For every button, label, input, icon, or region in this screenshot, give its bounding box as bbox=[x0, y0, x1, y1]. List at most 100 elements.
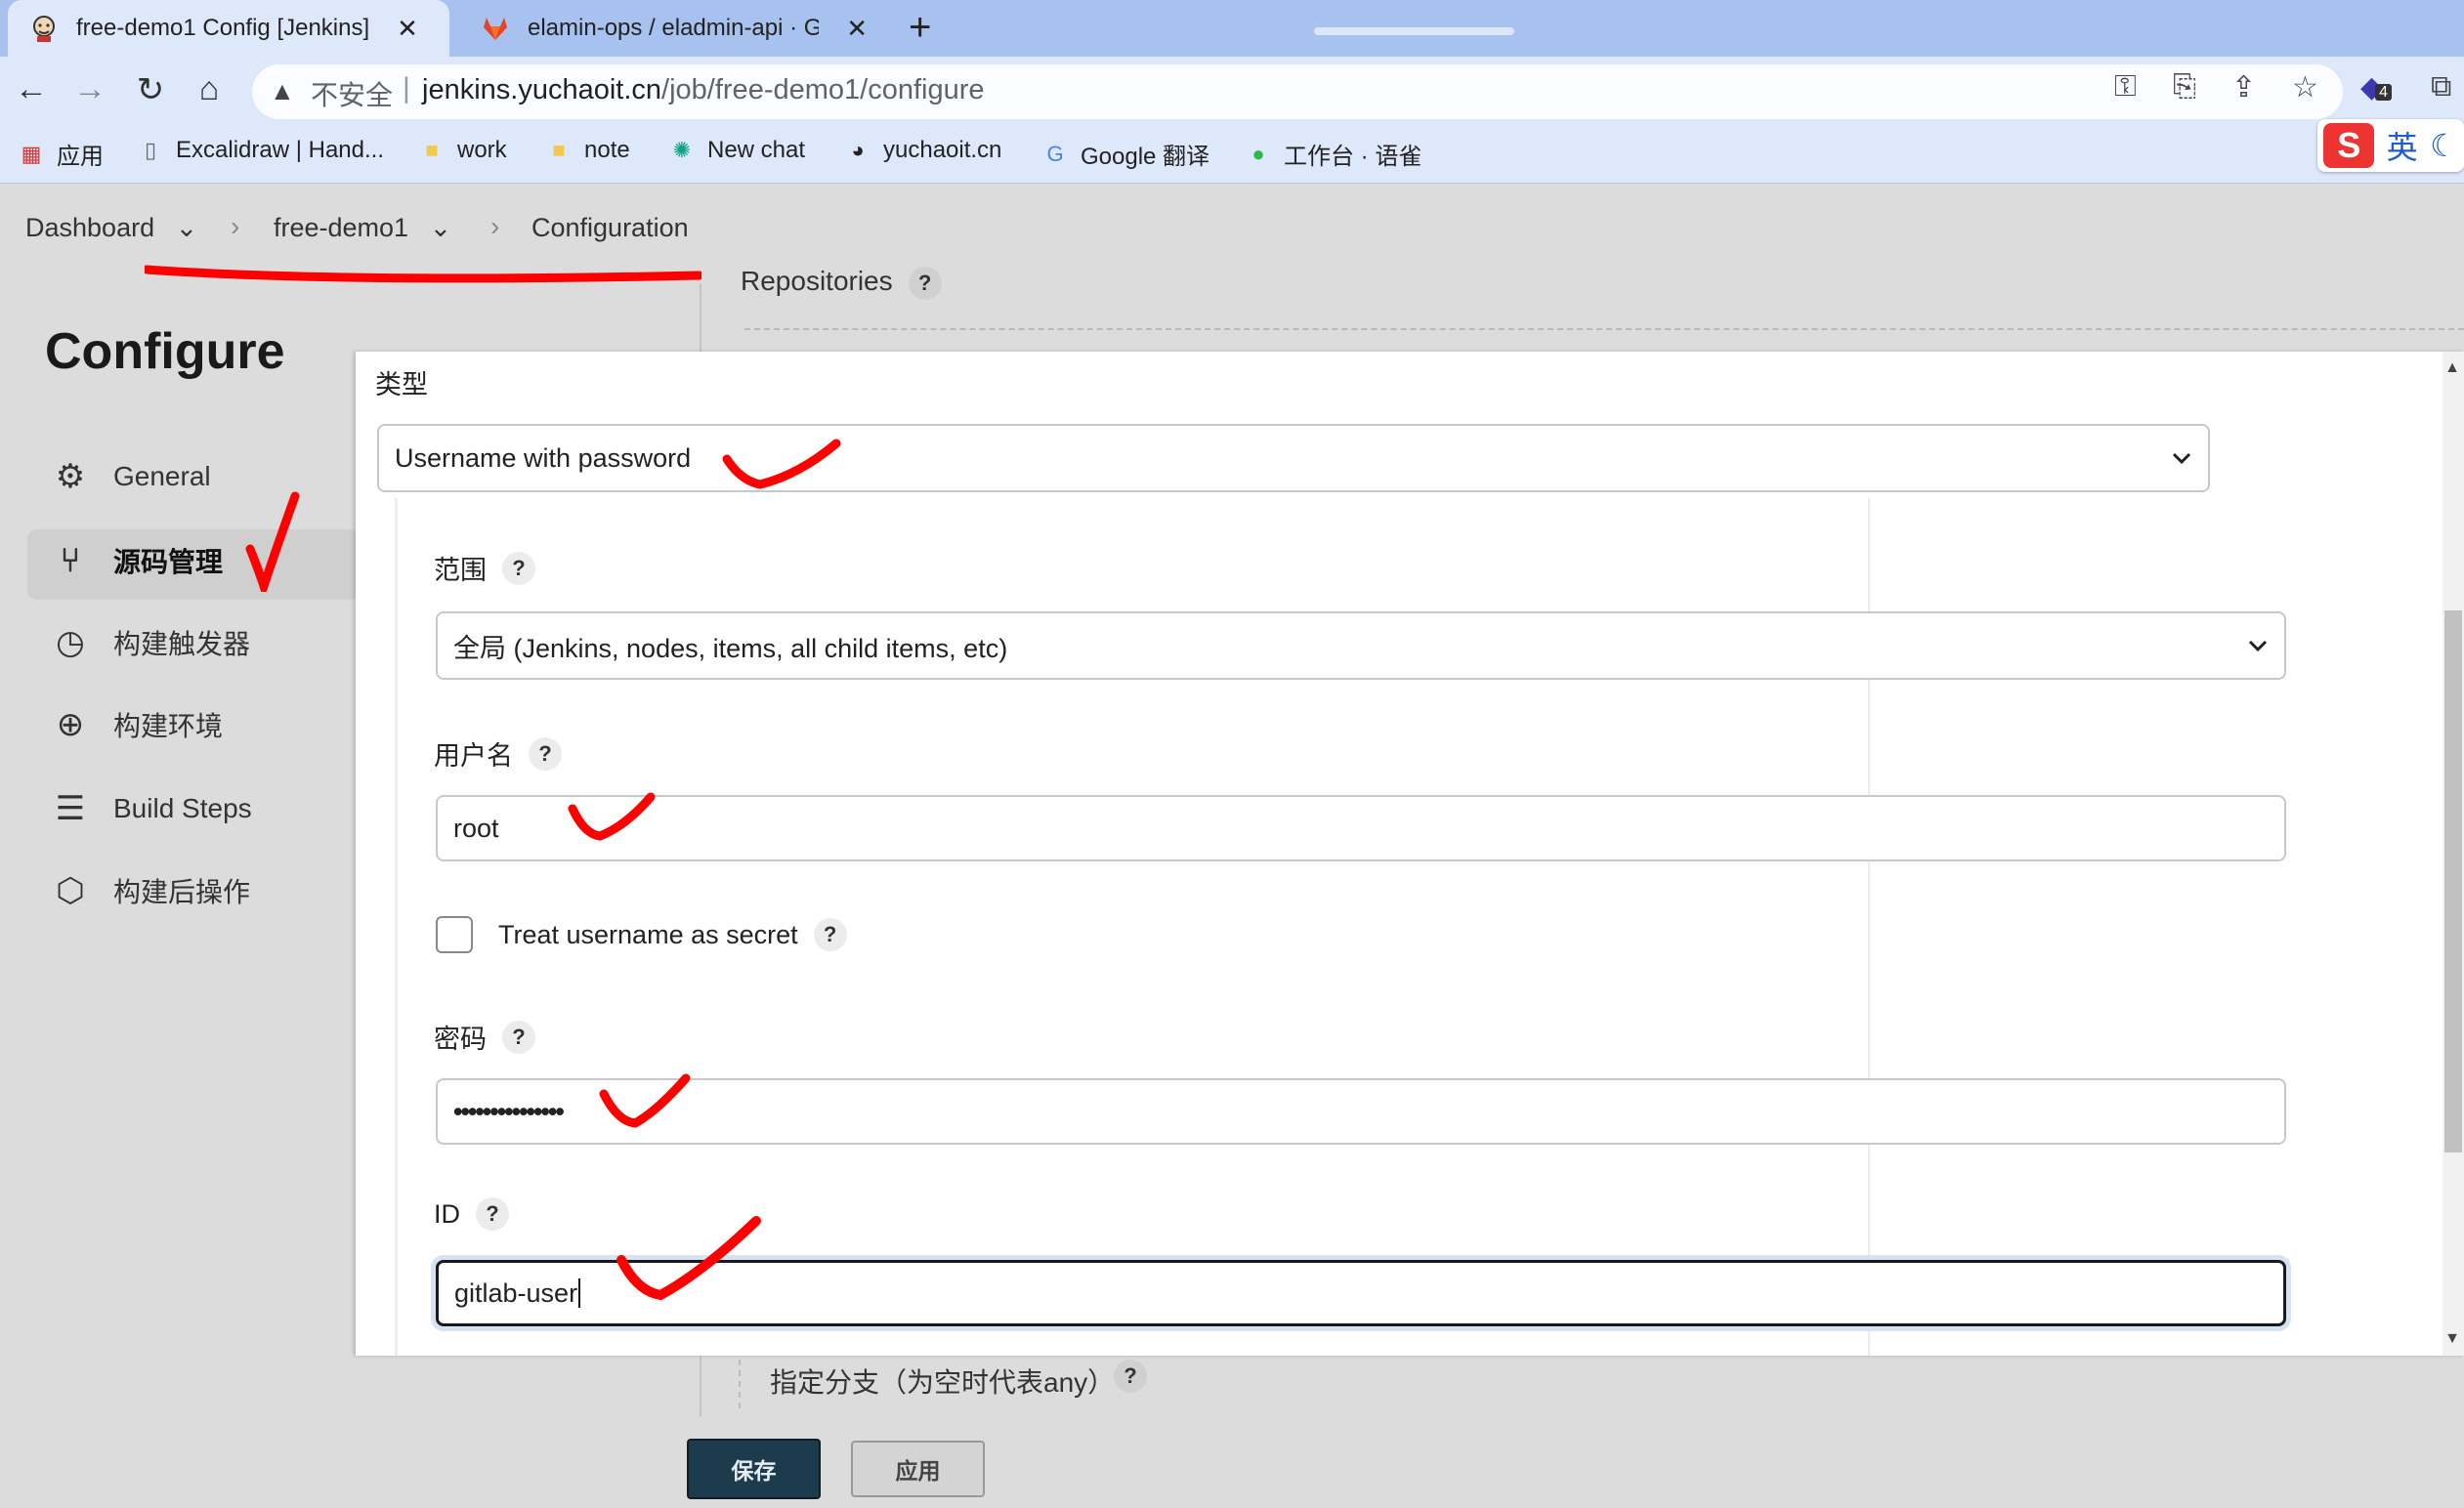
page-title: Configure bbox=[45, 323, 285, 380]
breadcrumb-job[interactable]: free-demo1 ⌄ bbox=[274, 213, 451, 243]
warning-icon[interactable]: ▲ bbox=[270, 76, 295, 106]
kind-select[interactable]: Username with password bbox=[377, 424, 2210, 492]
bookmark-yuque[interactable]: ● 工作台 · 语雀 bbox=[1245, 137, 1422, 171]
reload-icon[interactable]: ↻ bbox=[129, 70, 172, 109]
treat-username-secret-label: Treat username as secret bbox=[498, 919, 798, 949]
chevron-down-icon[interactable]: ⌄ bbox=[430, 213, 452, 242]
folder-icon: ■ bbox=[552, 138, 566, 162]
scope-value: 全局 (Jenkins, nodes, items, all child ite… bbox=[453, 633, 1008, 663]
bookmark-apps[interactable]: ▦ 应用 bbox=[18, 137, 104, 171]
treat-username-secret-checkbox[interactable] bbox=[436, 916, 473, 953]
chevron-down-icon[interactable]: ⌄ bbox=[176, 213, 198, 242]
gitlab-icon bbox=[481, 14, 510, 43]
breadcrumb-label: Dashboard bbox=[25, 213, 155, 242]
bookmark-note[interactable]: ■ note bbox=[545, 137, 629, 164]
help-icon[interactable]: ? bbox=[529, 736, 562, 771]
close-icon[interactable]: ✕ bbox=[846, 14, 868, 44]
bookmark-google-translate[interactable]: G Google 翻译 bbox=[1041, 137, 1210, 171]
sidebar-item-build-steps[interactable]: ☰ Build Steps bbox=[49, 789, 252, 828]
username-input[interactable]: root bbox=[436, 795, 2286, 861]
scroll-down-arrow-icon[interactable]: ▼ bbox=[2444, 1330, 2460, 1348]
sidebar-item-triggers[interactable]: ◷ 构建触发器 bbox=[49, 623, 250, 662]
bookmark-label: New chat bbox=[707, 137, 806, 163]
id-input[interactable]: gitlab-user bbox=[436, 1260, 2286, 1326]
sidebar-item-label: General bbox=[113, 461, 211, 491]
scope-label: 范围? bbox=[434, 549, 535, 587]
extensions-puzzle-icon[interactable]: ⧉ bbox=[2431, 70, 2451, 104]
back-arrow-icon[interactable]: ← bbox=[10, 70, 53, 108]
url-path: /job/free-demo1/configure bbox=[661, 74, 985, 105]
tab-title: elamin-ops / eladmin-api · Git bbox=[528, 15, 820, 41]
sidebar-item-post-build[interactable]: ⬡ 构建后操作 bbox=[49, 871, 250, 910]
bookmark-star-icon[interactable]: ☆ bbox=[2292, 70, 2318, 105]
username-value: root bbox=[453, 813, 499, 843]
help-icon[interactable]: ? bbox=[502, 1020, 535, 1054]
help-icon[interactable]: ? bbox=[813, 918, 847, 951]
sogou-logo: S bbox=[2323, 123, 2375, 168]
bookmark-new-chat[interactable]: ✺ New chat bbox=[668, 137, 805, 164]
password-value: ••••••••••••••• bbox=[453, 1096, 565, 1126]
breadcrumb-dashboard[interactable]: Dashboard ⌄ bbox=[25, 213, 197, 243]
bookmark-yuchaoit[interactable]: ◕ yuchaoit.cn bbox=[844, 137, 1001, 164]
folder-icon: ■ bbox=[425, 138, 439, 162]
home-icon[interactable]: ⌂ bbox=[188, 70, 231, 108]
url-text[interactable]: jenkins.yuchaoit.cn/job/free-demo1/confi… bbox=[422, 74, 985, 106]
scrollbar-thumb[interactable] bbox=[2444, 610, 2462, 1152]
key-icon[interactable]: ⚿ bbox=[2114, 70, 2137, 104]
bookmark-label: work bbox=[457, 137, 507, 163]
help-icon[interactable]: ? bbox=[502, 551, 535, 585]
branch-dashed-border bbox=[739, 1360, 741, 1408]
chevron-down-icon bbox=[2248, 640, 2268, 652]
package-icon: ⬡ bbox=[56, 872, 85, 909]
kind-value: Username with password bbox=[395, 442, 692, 473]
globe-icon: ◕ bbox=[851, 138, 865, 162]
repositories-label: Repositories? bbox=[741, 266, 942, 300]
help-icon[interactable]: ? bbox=[476, 1197, 509, 1231]
bookmark-excalidraw[interactable]: ▯ Excalidraw | Hand... bbox=[137, 137, 384, 164]
bookmark-label: 应用 bbox=[57, 144, 104, 170]
password-label-text: 密码 bbox=[434, 1025, 487, 1054]
sidebar-item-general[interactable]: ⚙ General bbox=[49, 457, 211, 496]
url-host: jenkins.yuchaoit.cn bbox=[422, 74, 662, 105]
window-drag-handle[interactable] bbox=[1314, 27, 1514, 35]
extension-icon[interactable]: ◆4 bbox=[2360, 70, 2392, 105]
new-tab-plus-icon[interactable]: + bbox=[909, 6, 931, 50]
share-icon[interactable]: ⇪ bbox=[2231, 70, 2256, 105]
gear-icon: ⚙ bbox=[55, 458, 86, 495]
ime-indicator[interactable]: S 英 ☾ bbox=[2317, 119, 2464, 172]
branch-icon: ⑂ bbox=[60, 541, 81, 579]
help-icon[interactable]: ? bbox=[908, 267, 942, 300]
close-icon[interactable]: ✕ bbox=[397, 14, 418, 44]
scroll-up-arrow-icon[interactable]: ▲ bbox=[2444, 359, 2460, 377]
id-value: gitlab-user bbox=[454, 1278, 578, 1308]
bookmark-label: Excalidraw | Hand... bbox=[176, 137, 384, 163]
chevron-down-icon bbox=[2172, 452, 2191, 465]
bookmark-label: yuchaoit.cn bbox=[883, 137, 1002, 163]
scope-select[interactable]: 全局 (Jenkins, nodes, items, all child ite… bbox=[436, 611, 2286, 680]
breadcrumb-label: free-demo1 bbox=[274, 213, 409, 242]
sidebar-item-scm[interactable]: ⑂ 源码管理 bbox=[49, 541, 223, 580]
id-label-text: ID bbox=[434, 1198, 460, 1229]
openai-icon: ✺ bbox=[672, 138, 692, 162]
forward-arrow-icon[interactable]: → bbox=[68, 70, 111, 108]
password-label: 密码? bbox=[434, 1018, 535, 1056]
sidebar-item-environment[interactable]: ⊕ 构建环境 bbox=[49, 705, 223, 744]
tab-jenkins-config[interactable]: free-demo1 Config [Jenkins] ✕ bbox=[8, 0, 449, 57]
excalidraw-icon: ▯ bbox=[144, 138, 157, 162]
tab-gitlab[interactable]: elamin-ops / eladmin-api · Git ✕ bbox=[459, 0, 889, 57]
username-label-text: 用户名 bbox=[434, 741, 513, 771]
bookmark-work[interactable]: ■ work bbox=[418, 137, 507, 164]
branch-specifier-label: 指定分支（为空时代表any） bbox=[770, 1367, 1116, 1398]
kind-label: 类型 bbox=[375, 370, 428, 399]
security-label[interactable]: 不安全 bbox=[311, 74, 393, 113]
tab-title: free-demo1 Config [Jenkins] bbox=[76, 15, 370, 41]
apply-button[interactable]: 应用 bbox=[851, 1441, 985, 1497]
repository-dashed-border bbox=[744, 328, 2464, 330]
clock-icon: ◷ bbox=[56, 624, 85, 661]
save-button[interactable]: 保存 bbox=[687, 1439, 821, 1499]
password-input[interactable]: ••••••••••••••• bbox=[436, 1078, 2286, 1145]
help-icon[interactable]: ? bbox=[1114, 1360, 1147, 1393]
scope-label-text: 范围 bbox=[434, 556, 487, 585]
moon-icon: ☾ bbox=[2430, 128, 2458, 163]
translate-icon[interactable]: ⎘ bbox=[2173, 70, 2196, 104]
